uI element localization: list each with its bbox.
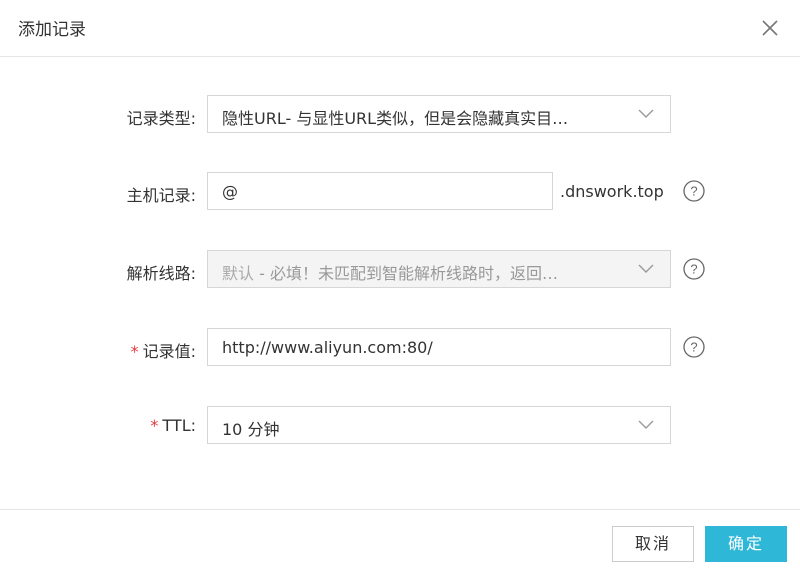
record-type-row: 记录类型: 隐性URL- 与显性URL类似，但是会隐藏真实目…: [0, 95, 800, 135]
resolution-line-select[interactable]: 默认 - 必填！未匹配到智能解析线路时，返回…: [207, 250, 671, 288]
record-value-label: * 记录值:: [130, 342, 196, 361]
required-mark: *: [130, 342, 139, 361]
host-record-row: 主机记录: @ .dnswork.top ?: [0, 172, 800, 212]
dialog-footer: 取消 确定: [0, 509, 800, 576]
svg-text:?: ?: [690, 262, 697, 277]
resolution-line-description: - 必填！未匹配到智能解析线路时，返回…: [254, 264, 558, 283]
resolution-line-row: 解析线路: 默认 - 必填！未匹配到智能解析线路时，返回… ?: [0, 250, 800, 290]
chevron-down-icon: [638, 109, 654, 118]
ttl-value: 10 分钟: [222, 420, 280, 439]
resolution-line-value: 默认 - 必填！未匹配到智能解析线路时，返回…: [222, 260, 632, 284]
help-icon[interactable]: ?: [683, 180, 705, 202]
confirm-button[interactable]: 确定: [705, 526, 787, 562]
ttl-row: * TTL: 10 分钟: [0, 406, 800, 446]
close-icon[interactable]: [758, 16, 782, 40]
ttl-select[interactable]: 10 分钟: [207, 406, 671, 444]
svg-text:?: ?: [690, 184, 697, 199]
host-record-value: @: [222, 182, 238, 201]
help-icon[interactable]: ?: [683, 258, 705, 280]
domain-suffix: .dnswork.top: [560, 182, 664, 201]
record-value-text: http://www.aliyun.com:80/: [222, 338, 433, 357]
chevron-down-icon: [638, 264, 654, 273]
resolution-line-label: 解析线路:: [126, 264, 196, 283]
chevron-down-icon: [638, 420, 654, 429]
record-type-select[interactable]: 隐性URL- 与显性URL类似，但是会隐藏真实目…: [207, 95, 671, 133]
help-icon[interactable]: ?: [683, 336, 705, 358]
required-mark: *: [150, 416, 159, 435]
svg-text:?: ?: [690, 340, 697, 355]
ttl-label: * TTL:: [150, 416, 196, 435]
record-type-label: 记录类型:: [126, 109, 196, 128]
record-value-row: * 记录值: http://www.aliyun.com:80/ ?: [0, 328, 800, 368]
dialog-header: 添加记录: [0, 0, 800, 57]
host-record-input[interactable]: @: [207, 172, 553, 210]
add-record-dialog: 添加记录 记录类型: 隐性URL- 与显性URL类似，但是会隐藏真实目… 主机记…: [0, 0, 800, 576]
record-type-value: 隐性URL- 与显性URL类似，但是会隐藏真实目…: [222, 109, 569, 128]
resolution-line-default: 默认: [222, 264, 255, 283]
record-value-input[interactable]: http://www.aliyun.com:80/: [207, 328, 671, 366]
host-record-label: 主机记录:: [126, 186, 196, 205]
cancel-button[interactable]: 取消: [612, 526, 694, 562]
dialog-title: 添加记录: [18, 20, 86, 40]
